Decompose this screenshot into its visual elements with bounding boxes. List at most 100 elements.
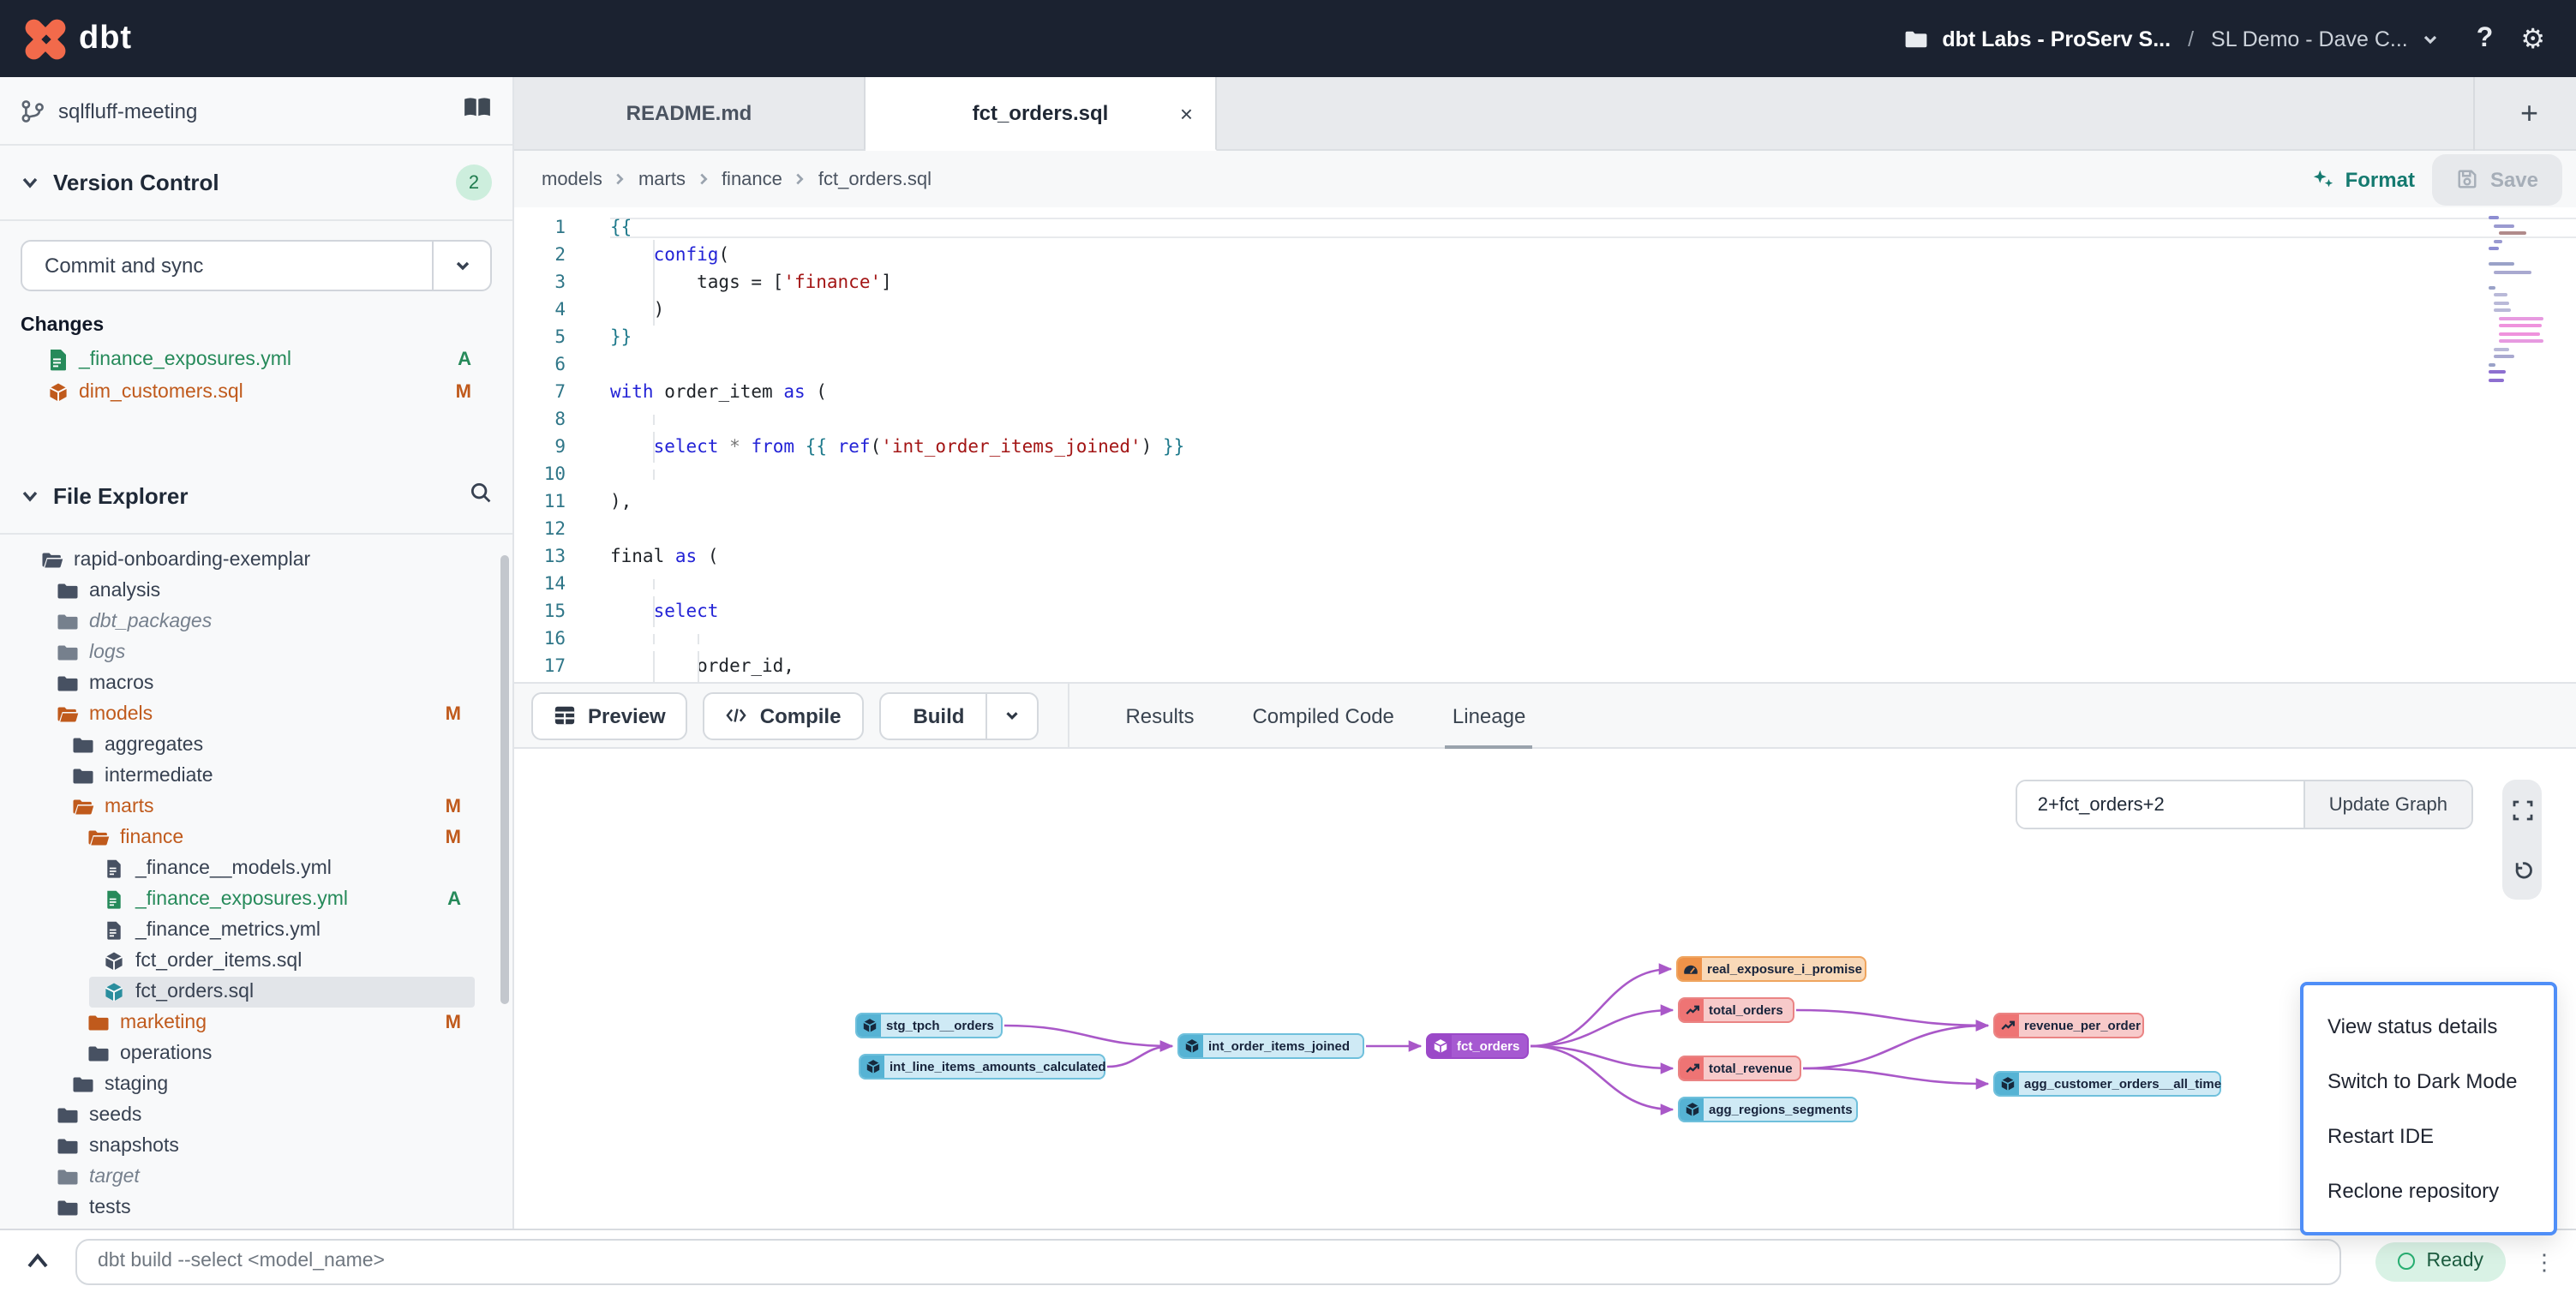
format-button[interactable]: Format [2313,167,2415,191]
code-line[interactable]: 13final as ( [514,543,2576,571]
commit-options-caret[interactable] [432,242,490,290]
lineage-node-fct_orders[interactable]: fct_orders [1426,1033,1529,1059]
tree-item[interactable]: rapid-onboarding-exemplar [0,545,512,576]
tree-item[interactable]: analysis [0,576,512,607]
chevron-down-icon[interactable] [2422,30,2439,47]
tab-lineage[interactable]: Lineage [1453,682,1525,749]
lineage-node-agg_regions_segments[interactable]: agg_regions_segments [1678,1097,1858,1122]
tree-item[interactable]: marketingM [0,1008,512,1038]
code-line[interactable]: 8 [514,406,2576,434]
menu-item-restart-ide[interactable]: Restart IDE [2303,1109,2554,1163]
tree-item[interactable]: macros [0,668,512,699]
code-line[interactable]: 5}} [514,324,2576,351]
code-line[interactable]: 15 select [514,598,2576,625]
lineage-node-revenue_per_order[interactable]: revenue_per_order [1993,1013,2144,1038]
breadcrumb-item[interactable]: fct_orders.sql [818,169,932,189]
code-line[interactable]: 6 [514,351,2576,379]
file-explorer-header[interactable]: File Explorer [0,459,512,535]
tree-item-label: finance [120,828,183,848]
tree-item[interactable]: martsM [0,792,512,822]
minimap[interactable] [2483,216,2555,386]
lineage-node-stg_tpch__orders[interactable]: stg_tpch__orders [855,1013,1003,1038]
file-search-icon[interactable] [470,481,492,511]
expand-panel-chevron-icon[interactable] [24,1251,51,1271]
code-line[interactable]: 1{{ [514,214,2576,242]
code-line[interactable]: 9 select * from {{ ref('int_order_items_… [514,434,2576,461]
code-line[interactable]: 2 config( [514,242,2576,269]
lineage-node-total_orders[interactable]: total_orders [1678,997,1794,1023]
tree-item[interactable]: modelsM [0,699,512,730]
code-line[interactable]: 11), [514,488,2576,516]
menu-item-switch-to-dark-mode[interactable]: Switch to Dark Mode [2303,1054,2554,1109]
tree-item[interactable]: fct_order_items.sql [0,946,512,977]
lineage-node-int_order_items_joined[interactable]: int_order_items_joined [1177,1033,1364,1059]
menu-item-reclone-repository[interactable]: Reclone repository [2303,1163,2554,1218]
environment-selector[interactable]: SL Demo - Dave C... [2211,27,2408,51]
tree-item[interactable]: snapshots [0,1131,512,1162]
account-project[interactable]: dbt Labs - ProServ S... [1942,27,2171,51]
folder-icon [57,581,79,601]
lineage-node-real_exposure_i_promise[interactable]: real_exposure_i_promise [1676,956,1866,982]
commit-and-sync-button[interactable]: Commit and sync [21,240,492,291]
tree-item[interactable]: logs [0,637,512,668]
save-button[interactable]: Save [2432,153,2562,205]
preview-button[interactable]: Preview [531,691,688,739]
settings-gear-icon[interactable]: ⚙ [2520,21,2545,56]
tree-item[interactable]: operations [0,1038,512,1069]
tree-item[interactable]: _finance__models.yml [0,853,512,884]
tree-item[interactable]: _finance_metrics.yml [0,915,512,946]
breadcrumb-item[interactable]: models [542,169,602,189]
menu-item-view-status-details[interactable]: View status details [2303,999,2554,1054]
version-control-header[interactable]: Version Control 2 [0,146,512,221]
lineage-panel: stg_tpch__orders int_line_items_amounts_c… [514,749,2576,1229]
tree-item[interactable]: tests [0,1193,512,1223]
command-input[interactable] [75,1238,2341,1284]
build-options-caret[interactable] [985,693,1036,738]
branch-name[interactable]: sqlfluff-meeting [58,99,449,123]
code-editor[interactable]: 1{{2 config(3 tags = ['finance']4 )5}}67… [514,207,2576,682]
code-line[interactable]: 14 [514,571,2576,598]
reset-view-icon[interactable] [2512,859,2532,880]
kebab-menu-icon[interactable]: ⋮ [2533,1250,2555,1272]
lineage-node-agg_customer_orders__all_time[interactable]: agg_customer_orders__all_time [1993,1071,2221,1097]
indent-guide [654,470,656,480]
code-line[interactable]: 10 [514,461,2576,488]
dbt-logo[interactable]: dbt [24,17,132,60]
breadcrumb-item[interactable]: marts [638,169,686,189]
docs-book-icon[interactable] [463,95,492,126]
change-item[interactable]: dim_customers.sqlM [0,375,512,408]
close-icon[interactable]: × [1180,100,1193,126]
tab-fct_orders-sql[interactable]: fct_orders.sql× [866,77,1217,151]
code-line[interactable]: 17 order_id, [514,653,2576,680]
tree-item[interactable]: aggregates [0,730,512,761]
change-item[interactable]: _finance_exposures.ymlA [0,343,512,375]
code-line[interactable]: 12 [514,516,2576,543]
code-line[interactable]: 3 tags = ['finance'] [514,269,2576,296]
new-tab-button[interactable]: + [2520,95,2538,131]
tree-item[interactable]: dbt_packages [0,607,512,637]
tree-item[interactable]: target [0,1162,512,1193]
line-number: 11 [514,492,566,512]
breadcrumb-item[interactable]: finance [722,169,782,189]
tree-item[interactable]: intermediate [0,761,512,792]
build-button[interactable]: Build [880,693,985,738]
compile-button[interactable]: Compile [704,691,864,739]
tree-item[interactable]: staging [0,1069,512,1100]
lineage-node-total_revenue[interactable]: total_revenue [1678,1056,1801,1081]
help-icon[interactable]: ? [2477,23,2494,54]
tab-compiled-code[interactable]: Compiled Code [1252,682,1393,749]
fullscreen-icon[interactable] [2512,799,2532,820]
code-line[interactable]: 16 [514,625,2576,653]
tree-item[interactable]: seeds [0,1100,512,1131]
lineage-node-int_line_items_amounts_calculated[interactable]: int_line_items_amounts_calculated [859,1054,1105,1080]
code-line[interactable]: 7with order_item as ( [514,379,2576,406]
update-graph-button[interactable]: Update Graph [2303,781,2471,828]
tab-results[interactable]: Results [1125,682,1194,749]
tree-item[interactable]: fct_orders.sql [0,977,512,1008]
code-line[interactable]: 4 ) [514,296,2576,324]
dbt-logo-icon [24,17,67,60]
tree-item[interactable]: _finance_exposures.ymlA [0,884,512,915]
lineage-selector-input[interactable] [2017,781,2303,828]
tree-item[interactable]: financeM [0,822,512,853]
tab-readme-md[interactable]: README.md [514,77,866,149]
